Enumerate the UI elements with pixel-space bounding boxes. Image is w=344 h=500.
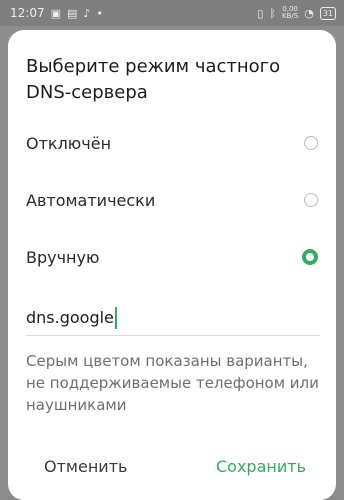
notification-dot-icon: •	[96, 6, 103, 20]
text-cursor	[114, 306, 117, 329]
battery-icon: 31	[319, 6, 336, 20]
radio-off[interactable]	[304, 136, 318, 150]
message-icon: ▤	[67, 6, 78, 20]
option-off-label: Отключён	[26, 133, 112, 153]
wifi-icon: ◔	[304, 6, 314, 20]
net-speed-unit: KB/S	[282, 12, 299, 20]
vibrate-icon: ▯	[257, 6, 264, 20]
radio-manual-checked[interactable]	[302, 249, 318, 265]
unsupported-note: Серым цветом показаны варианты, не подде…	[26, 352, 319, 414]
option-manual[interactable]: Вручную	[8, 235, 336, 279]
dialog-title: Выберите режим частного DNS-сервера	[26, 56, 281, 103]
option-automatic[interactable]: Автоматически	[8, 178, 336, 222]
status-bar-left: 12:07 ▣ ▤ ♪ •	[10, 6, 103, 20]
bluetooth-icon: ᛒ	[269, 6, 276, 20]
radio-automatic[interactable]	[304, 193, 318, 207]
tiktok-icon: ♪	[83, 6, 91, 20]
dns-hostname-value: dns.google	[26, 308, 114, 327]
private-dns-dialog: Выберите режим частного DNS-сервера Откл…	[8, 30, 336, 500]
dialog-footer: Отменить Сохранить	[8, 448, 336, 484]
status-time: 12:07	[10, 6, 45, 20]
save-button[interactable]: Сохранить	[216, 457, 306, 476]
network-speed: 0,00 KB/S	[282, 6, 298, 20]
status-bar: 12:07 ▣ ▤ ♪ • ▯ ᛒ 0,00 KB/S ◔ 31	[0, 0, 344, 26]
option-automatic-label: Автоматически	[26, 190, 156, 210]
vk-icon: ▣	[50, 6, 61, 20]
status-bar-right: ▯ ᛒ 0,00 KB/S ◔ 31	[257, 6, 336, 20]
option-off[interactable]: Отключён	[8, 121, 336, 165]
cancel-button[interactable]: Отменить	[44, 457, 127, 476]
dns-hostname-input[interactable]: dns.google	[26, 300, 320, 336]
option-manual-label: Вручную	[26, 247, 100, 267]
